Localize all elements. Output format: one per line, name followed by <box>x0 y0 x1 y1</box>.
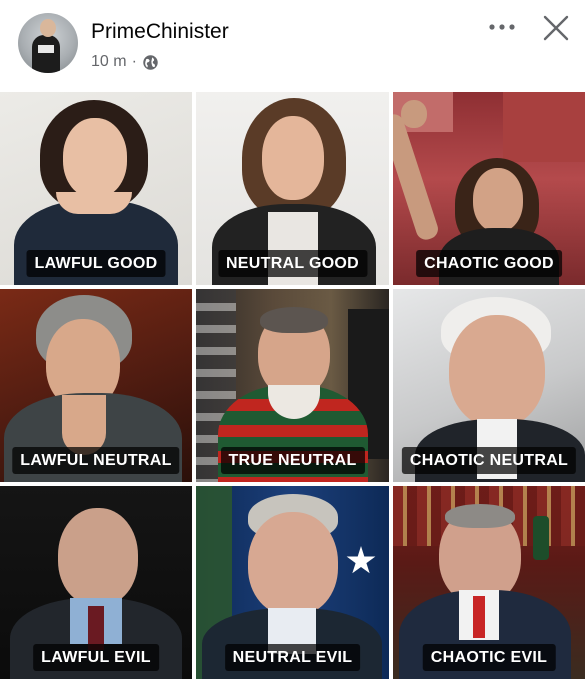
avatar-head <box>40 19 56 37</box>
label-chaotic-good: CHAOTIC GOOD <box>416 250 562 277</box>
label-lawful-neutral: LAWFUL NEUTRAL <box>12 447 180 474</box>
grid-cell-chaotic-neutral: CHAOTIC NEUTRAL <box>393 289 585 482</box>
post-time[interactable]: 10 m <box>91 53 127 71</box>
avatar-figure <box>32 35 60 73</box>
label-neutral-good: NEUTRAL GOOD <box>217 250 368 277</box>
label-true-neutral: TRUE NEUTRAL <box>220 447 365 474</box>
grid-cell-lawful-neutral: LAWFUL NEUTRAL <box>0 289 192 482</box>
label-chaotic-evil: CHAOTIC EVIL <box>422 644 556 671</box>
alignment-chart-image[interactable]: LAWFUL GOOD NEUTRAL GOOD CHAOTIC GOOD LA… <box>0 92 585 679</box>
post-meta: 10 m · <box>91 53 159 71</box>
grid-cell-neutral-good: NEUTRAL GOOD <box>196 92 389 285</box>
avatar-shirt-print <box>38 45 54 53</box>
close-icon[interactable] <box>540 12 572 44</box>
grid-cell-lawful-good: LAWFUL GOOD <box>0 92 192 285</box>
grid-cell-lawful-evil: LAWFUL EVIL <box>0 486 192 679</box>
grid-cell-neutral-evil: NEUTRAL EVIL <box>196 486 389 679</box>
label-lawful-evil: LAWFUL EVIL <box>33 644 159 671</box>
post-header: PrimeChinister 10 m · <box>0 0 585 92</box>
label-chaotic-neutral: CHAOTIC NEUTRAL <box>401 447 577 474</box>
meta-separator: · <box>131 53 137 70</box>
avatar[interactable] <box>18 13 78 73</box>
label-lawful-good: LAWFUL GOOD <box>26 250 166 277</box>
grid-cell-chaotic-good: CHAOTIC GOOD <box>393 92 585 285</box>
grid-cell-chaotic-evil: CHAOTIC EVIL <box>393 486 585 679</box>
more-options-icon[interactable] <box>487 16 517 39</box>
username[interactable]: PrimeChinister <box>91 20 229 44</box>
globe-icon[interactable] <box>142 54 159 71</box>
label-neutral-evil: NEUTRAL EVIL <box>224 644 361 671</box>
grid-cell-true-neutral: TRUE NEUTRAL <box>196 289 389 482</box>
